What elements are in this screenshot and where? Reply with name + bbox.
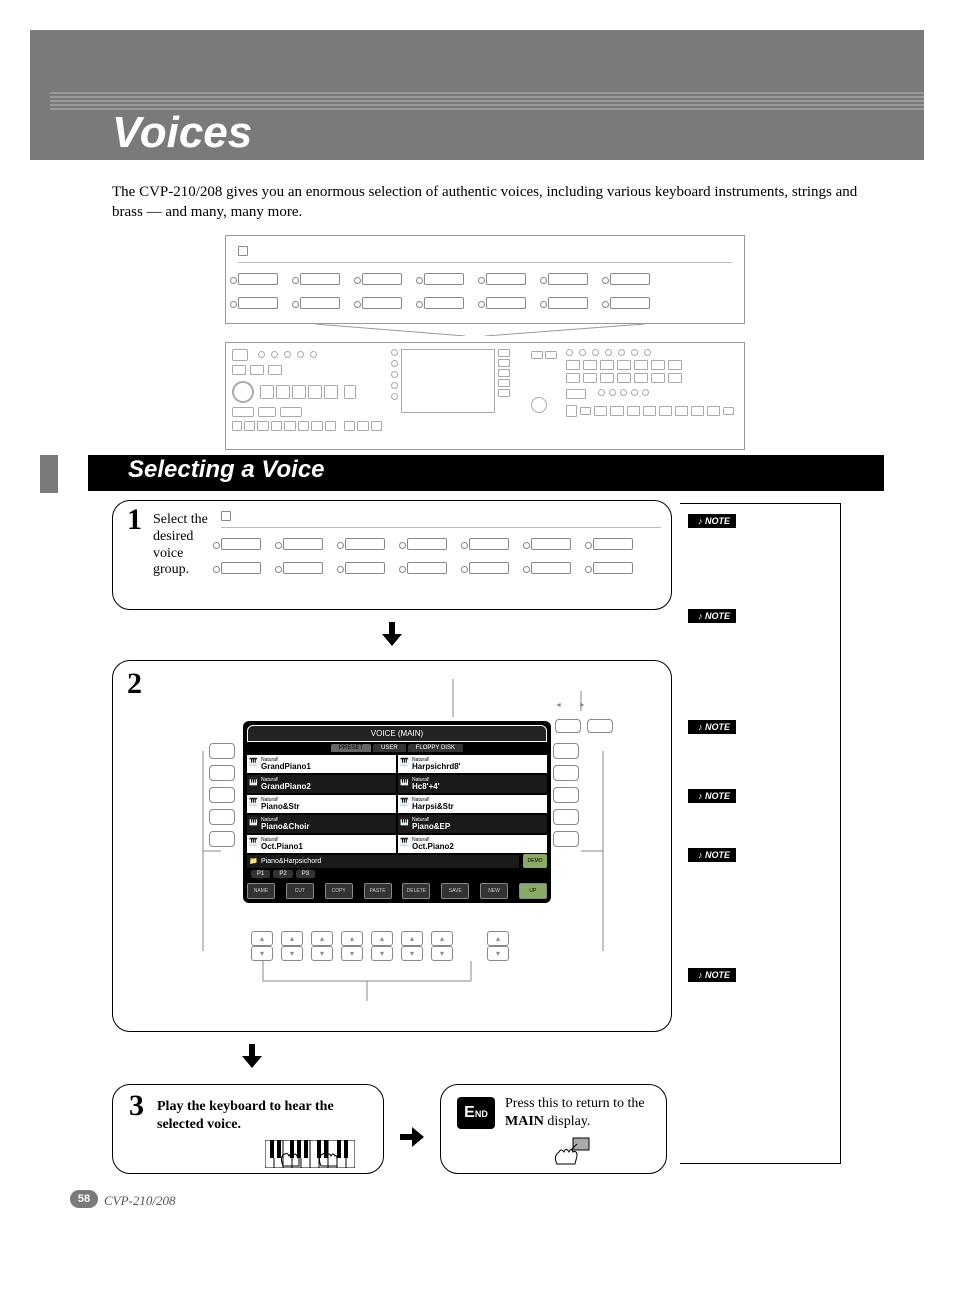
lcd-tab-floppy: FLOPPY DISK	[408, 744, 463, 752]
end-badge: END	[457, 1097, 495, 1129]
note-badge: NOTE	[688, 848, 736, 862]
arrow-down-icon	[242, 1044, 672, 1076]
chapter-title: Voices	[112, 108, 252, 158]
keyboard-icon	[265, 1140, 355, 1168]
lcd-tab-user: USER	[373, 744, 406, 752]
arrow-right-icon	[400, 1103, 424, 1155]
step-3-number: 3	[129, 1089, 144, 1123]
lcd-folder: Piano&Harpsichord	[247, 855, 519, 868]
note-text	[688, 807, 834, 826]
lcd-item: Natural!Oct.Piano2	[398, 835, 547, 853]
lcd-header: VOICE (MAIN)	[247, 725, 547, 742]
lcd-demo-button: DEMO	[523, 854, 547, 868]
page-number: 58	[70, 1190, 98, 1208]
note-text	[688, 627, 834, 656]
step-3-text: Play the keyboard to hear the selected v…	[157, 1098, 367, 1133]
lcd-item: Natural!GrandPiano1	[247, 755, 396, 773]
lcd-bottom-icons: NAME CUT COPY PASTE DELETE SAVE NEW UP	[247, 880, 547, 899]
end-box: END Press this to return to the MAIN dis…	[440, 1084, 667, 1174]
arrow-down-icon	[112, 622, 672, 652]
rocker-buttons-row: ▴▾ ▴▾ ▴▾ ▴▾ ▴▾ ▴▾ ▴▾ ▴▾	[251, 931, 509, 961]
section-title: Selecting a Voice	[128, 456, 325, 484]
lcd-voice-list: Natural!GrandPiano1 Natural!Harpsichrd8'…	[247, 755, 547, 853]
note-text	[688, 986, 834, 1015]
lcd-screen: VOICE (MAIN) PRESET USER FLOPPY DISK Nat…	[243, 721, 551, 903]
lcd-item: Natural!Piano&EP	[398, 815, 547, 833]
tab-nav-labels: ◄ ►	[555, 701, 586, 709]
step-1-number: 1	[127, 503, 142, 537]
lcd-up-button: UP	[519, 883, 547, 899]
note-badge: NOTE	[688, 609, 736, 623]
step-1-text: Select the desired voice group.	[153, 512, 213, 579]
note-badge: NOTE	[688, 720, 736, 734]
note-text	[688, 532, 834, 561]
lcd-right-buttons	[553, 743, 579, 847]
end-text: Press this to return to the MAIN display…	[505, 1095, 655, 1131]
tab-nav-buttons	[555, 719, 613, 733]
note-text	[688, 866, 834, 904]
notes-column-bottom-rule	[680, 1163, 840, 1164]
lcd-item: Natural!Harpsichrd8'	[398, 755, 547, 773]
lcd-left-buttons	[209, 743, 235, 847]
lcd-tab-preset: PRESET	[331, 744, 371, 752]
step-2-box: 2 ◄ ►	[112, 660, 672, 1032]
panel-overview-diagram	[225, 235, 745, 450]
note-badge: NOTE	[688, 514, 736, 528]
lcd-item: Natural!Harpsi&Str	[398, 795, 547, 813]
notes-column: NOTE NOTE NOTE NOTE NOTE NOTE	[680, 503, 841, 1164]
footer-model: CVP-210/208	[104, 1193, 176, 1209]
lcd-item: Natural!Hc8'+4'	[398, 775, 547, 793]
hand-press-icon	[551, 1136, 591, 1166]
step-1-box: 1 Select the desired voice group.	[112, 500, 672, 610]
lcd-item: Natural!Piano&Choir	[247, 815, 396, 833]
lcd-item: Natural!Oct.Piano1	[247, 835, 396, 853]
intro-text: The CVP-210/208 gives you an enormous se…	[112, 182, 872, 223]
step-3-box: 3 Play the keyboard to hear the selected…	[112, 1084, 384, 1174]
note-badge: NOTE	[688, 968, 736, 982]
note-text	[688, 738, 834, 757]
note-badge: NOTE	[688, 789, 736, 803]
lcd-item: Natural!Piano&Str	[247, 795, 396, 813]
lcd-pages: P1 P2 P3	[247, 868, 547, 880]
section-side-tab	[40, 455, 58, 493]
lcd-item: Natural!GrandPiano2	[247, 775, 396, 793]
lcd-tabs: PRESET USER FLOPPY DISK	[247, 744, 547, 752]
